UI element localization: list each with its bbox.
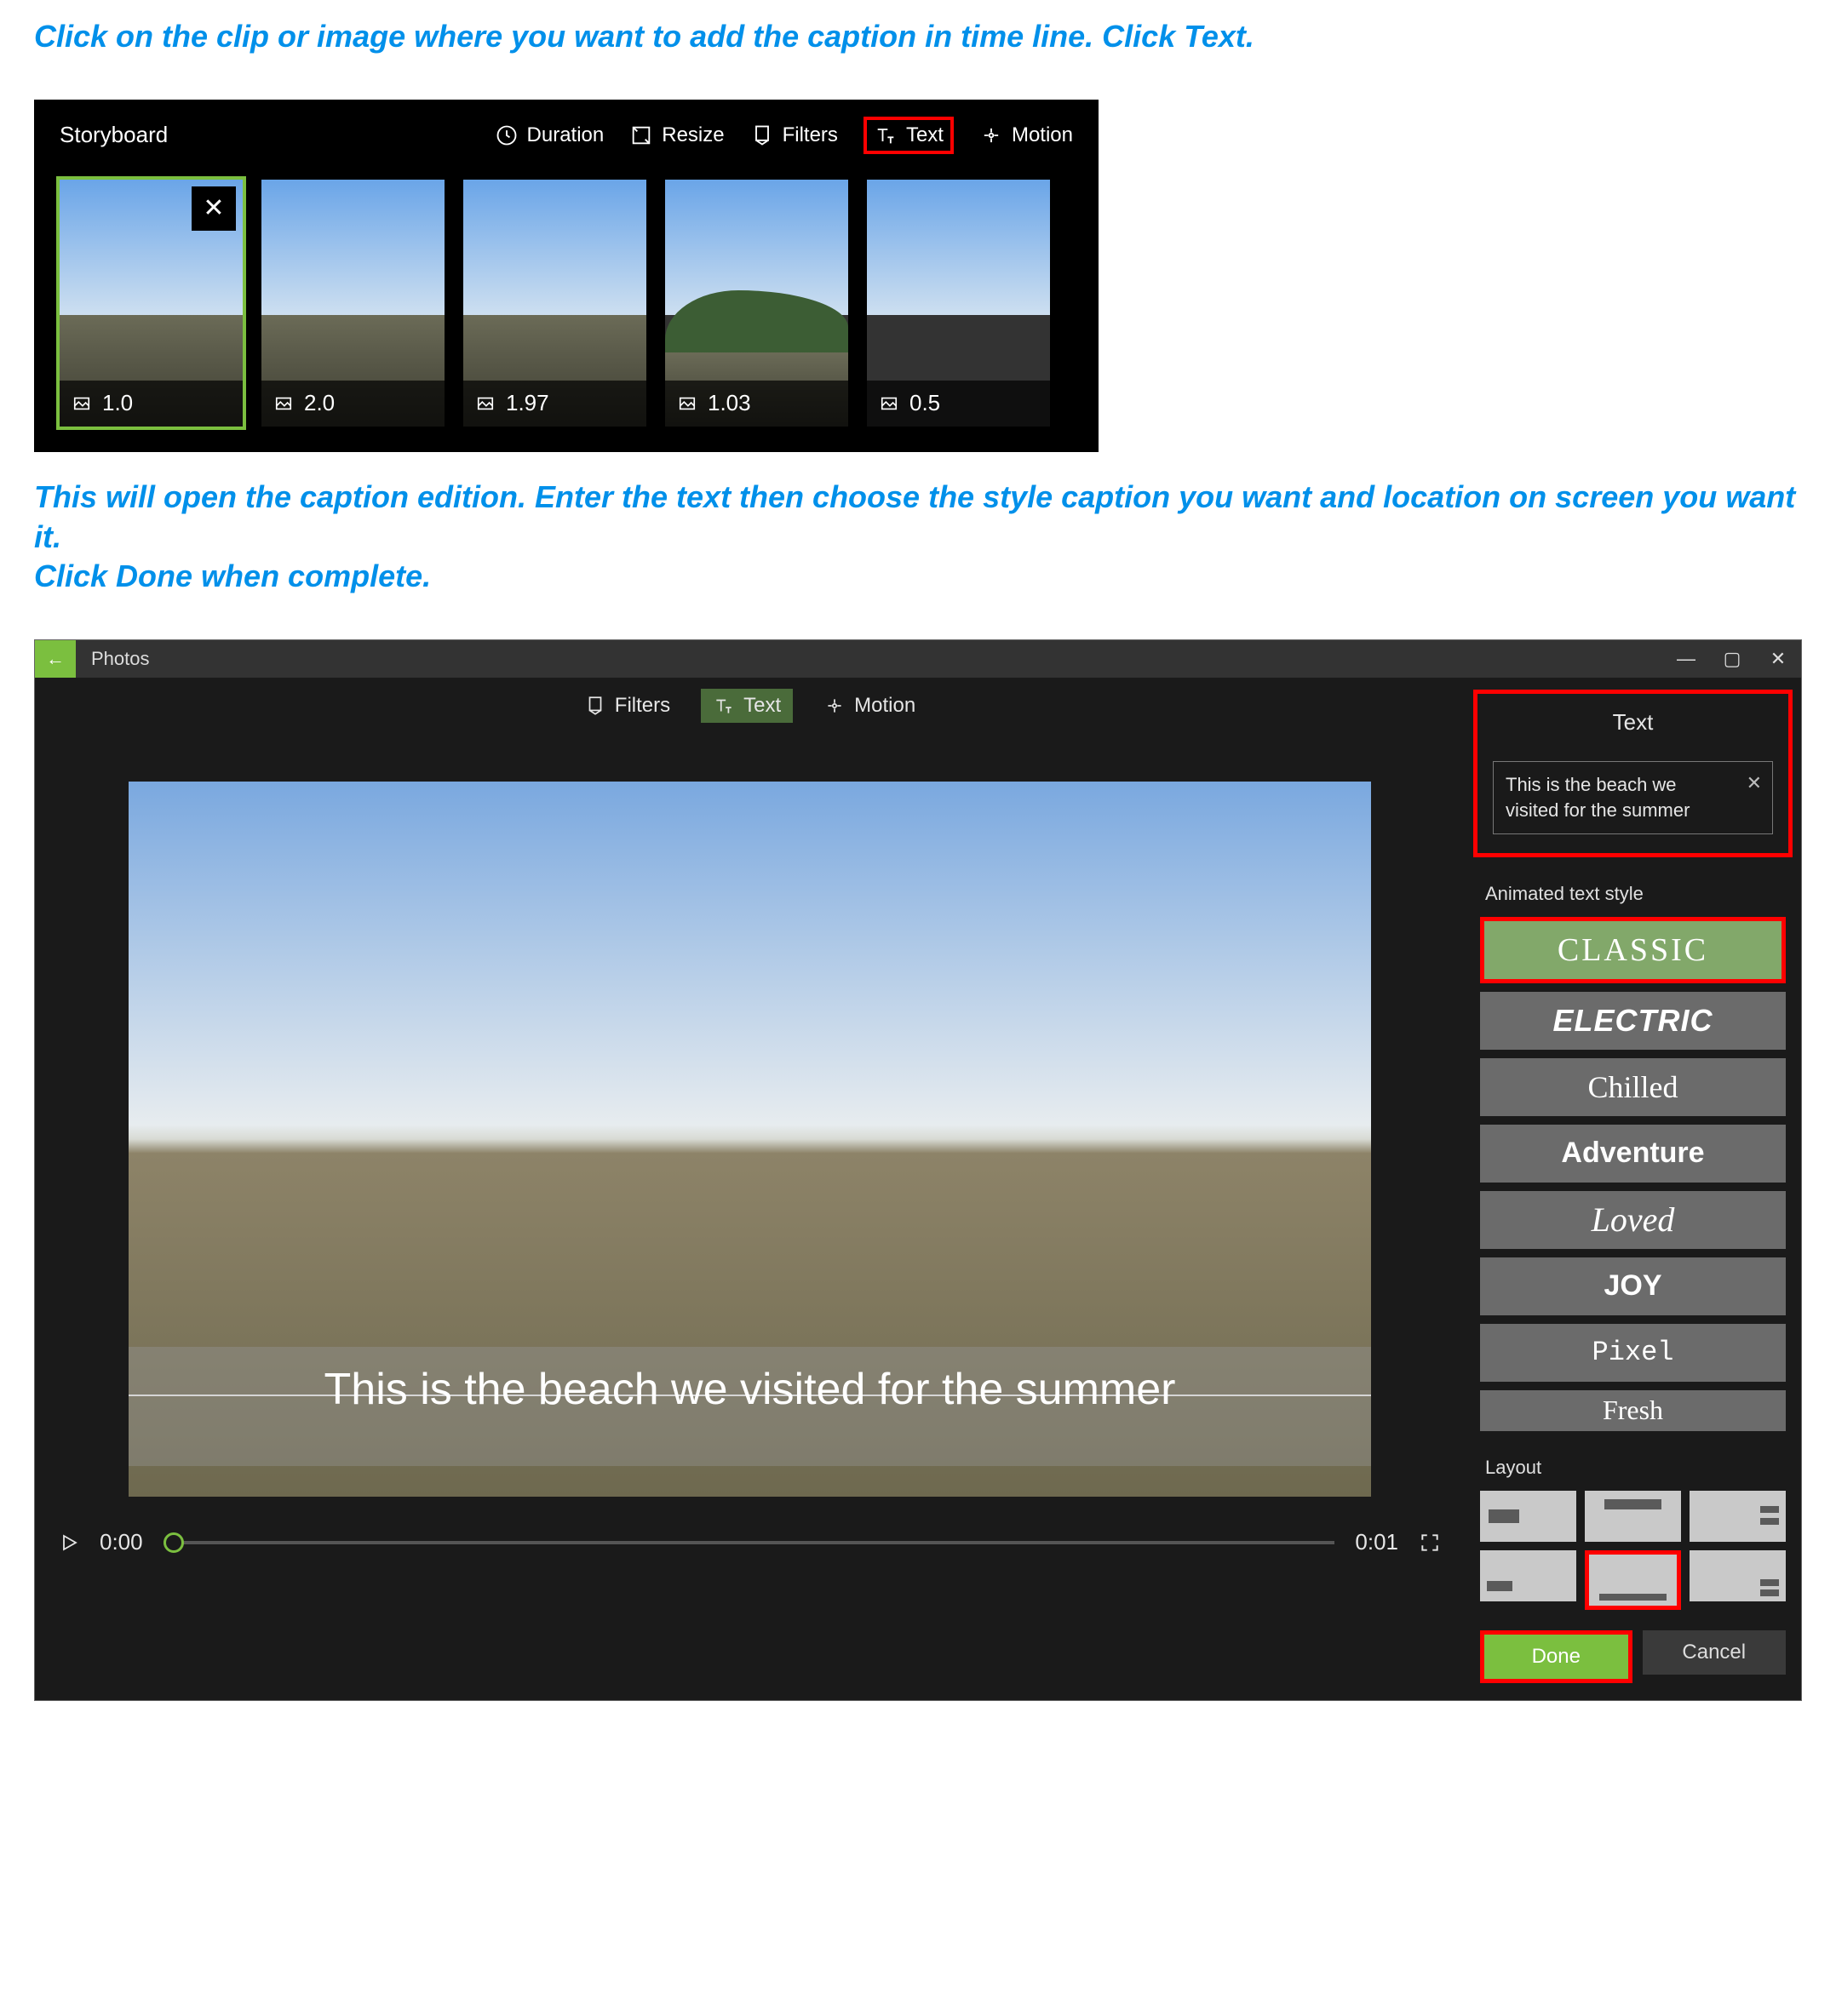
close-window-button[interactable]: ✕ (1755, 648, 1801, 670)
clip-thumbnail[interactable]: ✕ 1.0 (60, 180, 243, 427)
clip-duration: 0.5 (909, 390, 940, 416)
filters-icon (584, 695, 606, 717)
style-option-classic[interactable]: CLASSIC (1484, 921, 1781, 979)
caption-input-value: This is the beach we visited for the sum… (1506, 774, 1690, 821)
storyboard-panel: Storyboard Duration Resize Filters Text … (34, 100, 1099, 452)
duration-button[interactable]: Duration (495, 123, 605, 147)
text-button[interactable]: Text (863, 117, 954, 154)
style-option-pixel[interactable]: Pixel (1480, 1324, 1786, 1382)
text-icon (874, 123, 898, 147)
close-icon: ✕ (1770, 648, 1786, 669)
resize-icon (629, 123, 653, 147)
window-titlebar: ← Photos — ▢ ✕ (35, 640, 1801, 678)
image-icon (877, 394, 901, 413)
motion-icon (979, 123, 1003, 147)
done-button[interactable]: Done (1484, 1635, 1628, 1679)
clip-duration: 1.97 (506, 390, 549, 416)
layout-grid (1465, 1491, 1801, 1610)
image-icon (675, 394, 699, 413)
clip-duration: 2.0 (304, 390, 335, 416)
filters-tool[interactable]: Filters (584, 694, 670, 718)
maximize-button[interactable]: ▢ (1709, 648, 1755, 670)
clip-thumbnail[interactable]: 1.03 (665, 180, 848, 427)
app-title: Photos (91, 648, 150, 670)
clip-duration: 1.0 (102, 390, 133, 416)
editor-toolbar: Filters Text Motion (35, 678, 1465, 734)
text-panel: Text This is the beach we visited for th… (1473, 690, 1793, 856)
back-button[interactable]: ← (35, 640, 76, 678)
video-preview: This is the beach we visited for the sum… (129, 782, 1371, 1497)
text-sidebar: Text This is the beach we visited for th… (1465, 678, 1801, 1699)
motion-label: Motion (1012, 123, 1073, 147)
image-icon (272, 394, 295, 413)
clear-text-button[interactable]: ✕ (1747, 770, 1762, 796)
style-section-label: Animated text style (1485, 883, 1784, 905)
fullscreen-icon[interactable] (1419, 1532, 1441, 1554)
clip-thumbnail[interactable]: 1.97 (463, 180, 646, 427)
layout-option-bottom-center[interactable] (1589, 1555, 1677, 1606)
maximize-icon: ▢ (1724, 648, 1741, 669)
style-option-loved[interactable]: Loved (1480, 1191, 1786, 1249)
resize-label: Resize (662, 123, 724, 147)
style-option-adventure[interactable]: Adventure (1480, 1125, 1786, 1183)
image-icon (70, 394, 94, 413)
play-icon[interactable] (59, 1532, 79, 1553)
instruction-text-2: This will open the caption edition. Ente… (34, 478, 1802, 597)
motion-tool[interactable]: Motion (823, 694, 915, 718)
text-icon (713, 695, 735, 717)
filters-icon (750, 123, 774, 147)
seek-slider[interactable] (164, 1541, 1335, 1544)
filters-tool-label: Filters (615, 694, 670, 718)
storyboard-thumbs: ✕ 1.0 2.0 1.97 (60, 180, 1073, 427)
style-option-fresh[interactable]: Fresh (1480, 1390, 1786, 1431)
style-option-electric[interactable]: ELECTRIC (1480, 992, 1786, 1050)
text-tool-label: Text (743, 694, 781, 718)
clip-duration: 1.03 (708, 390, 751, 416)
instruction-text-1: Click on the clip or image where you wan… (34, 17, 1802, 57)
text-panel-title: Text (1493, 709, 1773, 749)
style-option-chilled[interactable]: Chilled (1480, 1058, 1786, 1116)
layout-option-left-middle[interactable] (1480, 1491, 1576, 1542)
motion-button[interactable]: Motion (979, 123, 1073, 147)
layout-option-top-center[interactable] (1585, 1491, 1681, 1542)
arrow-left-icon: ← (46, 648, 65, 670)
motion-icon (823, 695, 846, 717)
minimize-button[interactable]: — (1663, 648, 1709, 670)
playback-bar: 0:00 0:01 (35, 1497, 1465, 1555)
clip-thumbnail[interactable]: 0.5 (867, 180, 1050, 427)
layout-option-right-middle[interactable] (1690, 1491, 1786, 1542)
clock-icon (495, 123, 519, 147)
caption-input[interactable]: This is the beach we visited for the sum… (1493, 761, 1773, 833)
layout-section-label: Layout (1485, 1457, 1784, 1479)
cancel-button[interactable]: Cancel (1643, 1630, 1787, 1675)
layout-option-bottom-left[interactable] (1480, 1550, 1576, 1601)
layout-option-bottom-right[interactable] (1690, 1550, 1786, 1601)
style-option-joy[interactable]: JOY (1480, 1257, 1786, 1315)
clip-thumbnail[interactable]: 2.0 (261, 180, 445, 427)
text-button-label: Text (906, 123, 944, 147)
photos-editor-panel: ← Photos — ▢ ✕ Filters Text Mot (34, 639, 1802, 1700)
resize-button[interactable]: Resize (629, 123, 724, 147)
storyboard-title: Storyboard (60, 122, 168, 148)
filters-label: Filters (783, 123, 838, 147)
duration-label: Duration (527, 123, 605, 147)
filters-button[interactable]: Filters (750, 123, 838, 147)
image-icon (473, 394, 497, 413)
motion-tool-label: Motion (854, 694, 915, 718)
style-list: CLASSIC ELECTRIC Chilled Adventure Loved… (1465, 917, 1801, 1431)
caption-overlay: This is the beach we visited for the sum… (129, 1347, 1371, 1466)
text-tool[interactable]: Text (701, 689, 793, 723)
time-start: 0:00 (100, 1529, 143, 1555)
minimize-icon: — (1677, 648, 1695, 669)
remove-clip-button[interactable]: ✕ (192, 186, 236, 231)
seek-knob[interactable] (164, 1532, 184, 1553)
time-end: 0:01 (1355, 1529, 1398, 1555)
close-icon: ✕ (203, 193, 224, 223)
